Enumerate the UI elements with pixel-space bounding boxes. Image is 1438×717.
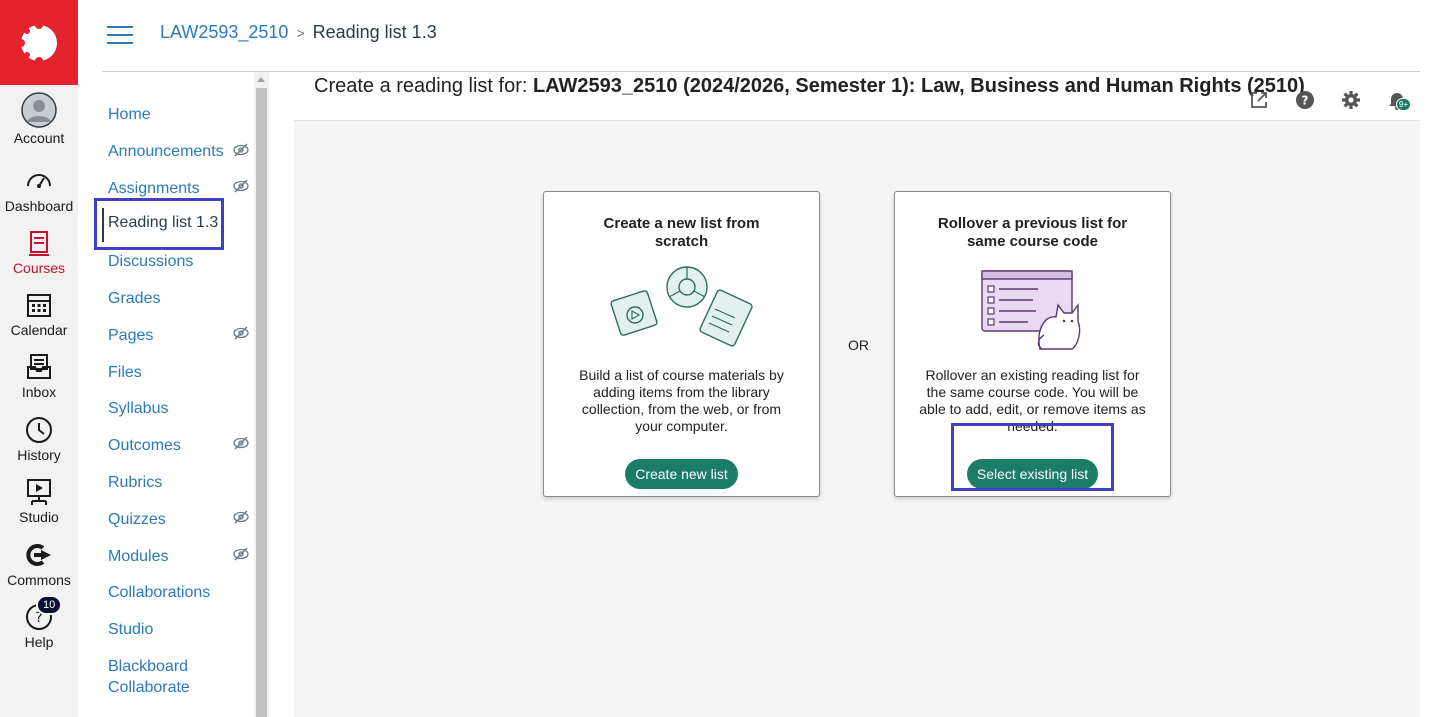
course-nav-modules[interactable]: Modules — [108, 546, 168, 567]
breadcrumb-current: Reading list 1.3 — [312, 22, 437, 42]
scrollbar-thumb[interactable] — [256, 88, 267, 717]
main-content: Create a new list from scratch Build a l… — [294, 121, 1420, 717]
course-materials-icon — [609, 266, 753, 347]
hidden-eye-icon — [233, 143, 249, 157]
course-nav-quizzes[interactable]: Quizzes — [108, 509, 166, 530]
global-nav-label: Dashboard — [4, 198, 74, 214]
course-nav-blackboard-collaborate[interactable]: Blackboard Collaborate — [108, 656, 218, 698]
global-nav-label: Commons — [7, 572, 71, 588]
history-icon — [26, 417, 52, 443]
courses-icon — [29, 231, 49, 256]
canvas-logo[interactable] — [0, 0, 78, 85]
course-nav-grades[interactable]: Grades — [108, 288, 160, 309]
account-icon — [21, 92, 57, 128]
hidden-eye-icon — [233, 326, 249, 340]
notification-badge: 9+ — [1396, 98, 1412, 111]
course-nav-toggle-button[interactable] — [107, 26, 133, 46]
create-new-list-button[interactable]: Create new list — [625, 459, 738, 489]
svg-text:?: ? — [1302, 94, 1309, 108]
global-nav-studio[interactable]: Studio — [0, 477, 78, 525]
course-nav-discussions[interactable]: Discussions — [108, 251, 193, 272]
global-nav-label: Studio — [19, 509, 59, 525]
global-nav-label: Account — [13, 130, 65, 146]
commons-icon — [26, 544, 51, 566]
card-heading: Create a new list from scratch — [603, 215, 760, 250]
global-nav-help[interactable]: ? 10 Help — [0, 595, 78, 650]
help-badge: 10 — [36, 595, 63, 615]
inbox-icon — [27, 354, 51, 379]
global-nav-label: Calendar — [10, 322, 68, 338]
card-description: Build a list of course materials by addi… — [579, 367, 784, 434]
course-nav-assignments[interactable]: Assignments — [108, 178, 200, 199]
external-link-icon — [1251, 92, 1267, 108]
rollover-illustration — [895, 255, 1170, 365]
hidden-eye-icon — [233, 436, 249, 450]
header-toolbar: ? 9+ — [1248, 89, 1412, 111]
global-nav-label: Courses — [12, 260, 66, 276]
highlight-box-select-existing — [951, 423, 1114, 491]
global-nav-history[interactable]: History — [0, 415, 78, 463]
course-nav-outcomes[interactable]: Outcomes — [108, 435, 181, 456]
hamburger-line — [107, 34, 133, 36]
page-title: Create a reading list for: LAW2593_2510 … — [314, 74, 1305, 98]
course-nav-rubrics[interactable]: Rubrics — [108, 472, 162, 493]
global-nav-calendar[interactable]: Calendar — [0, 290, 78, 338]
global-nav-commons[interactable]: Commons — [0, 540, 78, 588]
calendar-icon — [27, 294, 51, 317]
course-nav-files[interactable]: Files — [108, 362, 142, 383]
settings-button[interactable] — [1340, 89, 1362, 111]
gear-icon — [1342, 91, 1360, 109]
course-nav: Home Announcements Assignments Reading l… — [94, 72, 254, 717]
course-nav-scrollbar[interactable] — [254, 72, 269, 717]
materials-illustration — [544, 255, 819, 365]
breadcrumb: LAW2593_2510 > Reading list 1.3 — [160, 22, 437, 43]
create-new-list-card: Create a new list from scratch Build a l… — [543, 191, 820, 497]
hamburger-line — [107, 26, 133, 28]
hidden-eye-icon — [233, 547, 249, 561]
logo-icon — [17, 20, 57, 65]
hamburger-line — [107, 42, 133, 44]
hidden-eye-icon — [233, 510, 249, 524]
global-nav-dashboard[interactable]: Dashboard — [0, 166, 78, 214]
course-nav-pages[interactable]: Pages — [108, 325, 153, 346]
page-title-prefix: Create a reading list for: — [314, 75, 533, 97]
page-title-course: LAW2593_2510 (2024/2026, Semester 1): La… — [533, 75, 1305, 97]
tool-header: Create a reading list for: LAW2593_2510 … — [294, 72, 1420, 121]
course-nav-home[interactable]: Home — [108, 104, 151, 125]
global-nav-label: Help — [24, 634, 54, 650]
global-nav-inbox[interactable]: Inbox — [0, 352, 78, 400]
scroll-up-arrow[interactable] — [257, 77, 265, 82]
reading-list-cat-icon — [980, 270, 1080, 350]
studio-icon — [27, 479, 51, 505]
breadcrumb-course-link[interactable]: LAW2593_2510 — [160, 22, 288, 43]
global-nav-label: History — [17, 447, 61, 463]
hidden-eye-icon — [233, 179, 249, 193]
card-heading: Rollover a previous list for same course… — [937, 215, 1128, 250]
help-circle-icon: ? — [1296, 91, 1314, 109]
course-nav-studio[interactable]: Studio — [108, 619, 153, 640]
course-nav-syllabus[interactable]: Syllabus — [108, 398, 168, 419]
global-nav-account[interactable]: Account — [0, 92, 78, 146]
active-indicator — [102, 208, 104, 242]
global-nav: Account Dashboard Courses Calendar Inbox… — [0, 0, 78, 717]
course-nav-reading-list[interactable]: Reading list 1.3 — [108, 214, 218, 232]
course-nav-collaborations[interactable]: Collaborations — [108, 582, 210, 603]
dashboard-icon — [27, 174, 51, 188]
notifications-button[interactable]: 9+ — [1386, 89, 1412, 111]
help-button[interactable]: ? — [1294, 89, 1316, 111]
course-nav-announcements[interactable]: Announcements — [108, 141, 224, 162]
external-link-button[interactable] — [1248, 89, 1270, 111]
global-nav-label: Inbox — [21, 384, 57, 400]
or-separator: OR — [848, 337, 869, 353]
breadcrumb-separator: > — [296, 24, 305, 41]
global-nav-courses[interactable]: Courses — [0, 228, 78, 276]
